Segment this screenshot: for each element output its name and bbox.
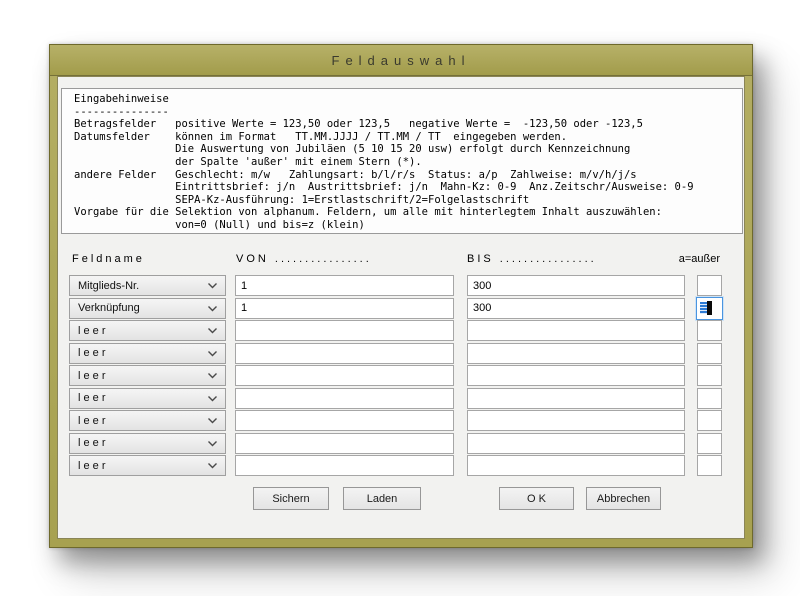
von-input[interactable] (235, 388, 454, 409)
bis-input[interactable] (467, 388, 685, 409)
bis-input[interactable] (467, 433, 685, 454)
text-caret (707, 301, 712, 315)
hint-line: Betragsfelder positive Werte = 123,50 od… (74, 118, 738, 131)
field-dropdown[interactable]: Verknüpfung (69, 298, 226, 319)
field-dropdown[interactable]: l e e r (69, 433, 226, 454)
input-hints-box: Eingabehinweise --------------- Betragsf… (61, 88, 743, 234)
field-dropdown[interactable]: Mitglieds-Nr. (69, 275, 226, 296)
hint-line: Die Auswertung von Jubiläen (5 10 15 20 … (74, 143, 738, 156)
von-input[interactable] (235, 365, 454, 386)
field-dropdown-value: Verknüpfung (78, 302, 207, 314)
table-row: l e e r (69, 320, 734, 341)
von-input[interactable] (235, 275, 454, 296)
field-dropdown[interactable]: l e e r (69, 365, 226, 386)
hint-line: Eintrittsbrief: j/n Austrittsbrief: j/n … (74, 181, 738, 194)
bis-input[interactable] (467, 320, 685, 341)
field-rows: Mitglieds-Nr. Verknüpfung (69, 275, 734, 478)
field-dropdown-value: l e e r (78, 460, 207, 472)
ok-button[interactable]: O K (499, 487, 574, 510)
hint-line: von=0 (Null) und bis=z (klein) (74, 219, 738, 232)
field-dropdown[interactable]: l e e r (69, 455, 226, 476)
dialog-title: Feldauswahl (332, 53, 471, 68)
field-dropdown-value: l e e r (78, 415, 207, 427)
bis-input[interactable] (467, 343, 685, 364)
hint-line: andere Felder Geschlecht: m/w Zahlungsar… (74, 169, 738, 182)
table-row: l e e r (69, 343, 734, 364)
field-dropdown-value: l e e r (78, 325, 207, 337)
chevron-down-icon (207, 440, 218, 447)
hint-line: Vorgabe für die Selektion von alphanum. … (74, 206, 738, 219)
hint-line: Datumsfelder können im Format TT.MM.JJJJ… (74, 131, 738, 144)
field-dropdown-value: l e e r (78, 370, 207, 382)
table-row: l e e r (69, 365, 734, 386)
field-dropdown[interactable]: l e e r (69, 410, 226, 431)
bis-input[interactable] (467, 298, 685, 319)
ausser-input[interactable] (697, 365, 722, 386)
ausser-input[interactable] (697, 410, 722, 431)
bis-input[interactable] (467, 455, 685, 476)
laden-button[interactable]: Laden (343, 487, 421, 510)
field-dropdown[interactable]: l e e r (69, 388, 226, 409)
abbrechen-button[interactable]: Abbrechen (586, 487, 661, 510)
von-input[interactable] (235, 298, 454, 319)
chevron-down-icon (207, 462, 218, 469)
ausser-input[interactable] (697, 433, 722, 454)
text-selection (700, 302, 707, 314)
von-input[interactable] (235, 320, 454, 341)
dialog-content: Eingabehinweise --------------- Betragsf… (57, 76, 745, 539)
table-row: l e e r (69, 455, 734, 476)
table-row: Verknüpfung (69, 298, 734, 319)
von-column-header: VON ................ (236, 253, 372, 267)
field-dropdown-value: Mitglieds-Nr. (78, 280, 207, 292)
field-dropdown-value: l e e r (78, 392, 207, 404)
bis-input[interactable] (467, 275, 685, 296)
hint-line: Eingabehinweise (74, 93, 738, 106)
bis-column-header: BIS ................ (467, 253, 597, 267)
von-input[interactable] (235, 343, 454, 364)
ausser-input[interactable] (697, 275, 722, 296)
table-row: l e e r (69, 410, 734, 431)
table-row: Mitglieds-Nr. (69, 275, 734, 296)
table-row: l e e r (69, 433, 734, 454)
chevron-down-icon (207, 282, 218, 289)
feldname-column-header: Feldname (72, 253, 145, 267)
von-input[interactable] (235, 455, 454, 476)
bis-input[interactable] (467, 410, 685, 431)
von-input[interactable] (235, 410, 454, 431)
ausser-input[interactable] (697, 455, 722, 476)
chevron-down-icon (207, 372, 218, 379)
chevron-down-icon (207, 305, 218, 312)
chevron-down-icon (207, 395, 218, 402)
ausser-input[interactable] (697, 343, 722, 364)
ausser-column-header: a=außer (679, 253, 720, 267)
ausser-input[interactable] (697, 388, 722, 409)
table-row: l e e r (69, 388, 734, 409)
hint-line: SEPA-Kz-Ausführung: 1=Erstlastschrift/2=… (74, 194, 738, 207)
von-input[interactable] (235, 433, 454, 454)
sichern-button[interactable]: Sichern (253, 487, 329, 510)
chevron-down-icon (207, 417, 218, 424)
field-dropdown[interactable]: l e e r (69, 343, 226, 364)
field-dropdown[interactable]: l e e r (69, 320, 226, 341)
hint-line: --------------- (74, 106, 738, 119)
ausser-input-focused[interactable] (696, 297, 723, 320)
chevron-down-icon (207, 327, 218, 334)
field-dropdown-value: l e e r (78, 347, 207, 359)
title-bar: Feldauswahl (50, 45, 752, 76)
ausser-input[interactable] (697, 320, 722, 341)
field-dropdown-value: l e e r (78, 437, 207, 449)
hint-line: der Spalte 'außer' mit einem Stern (*). (74, 156, 738, 169)
bis-input[interactable] (467, 365, 685, 386)
chevron-down-icon (207, 350, 218, 357)
feldauswahl-dialog: Feldauswahl Eingabehinweise ------------… (49, 44, 753, 548)
